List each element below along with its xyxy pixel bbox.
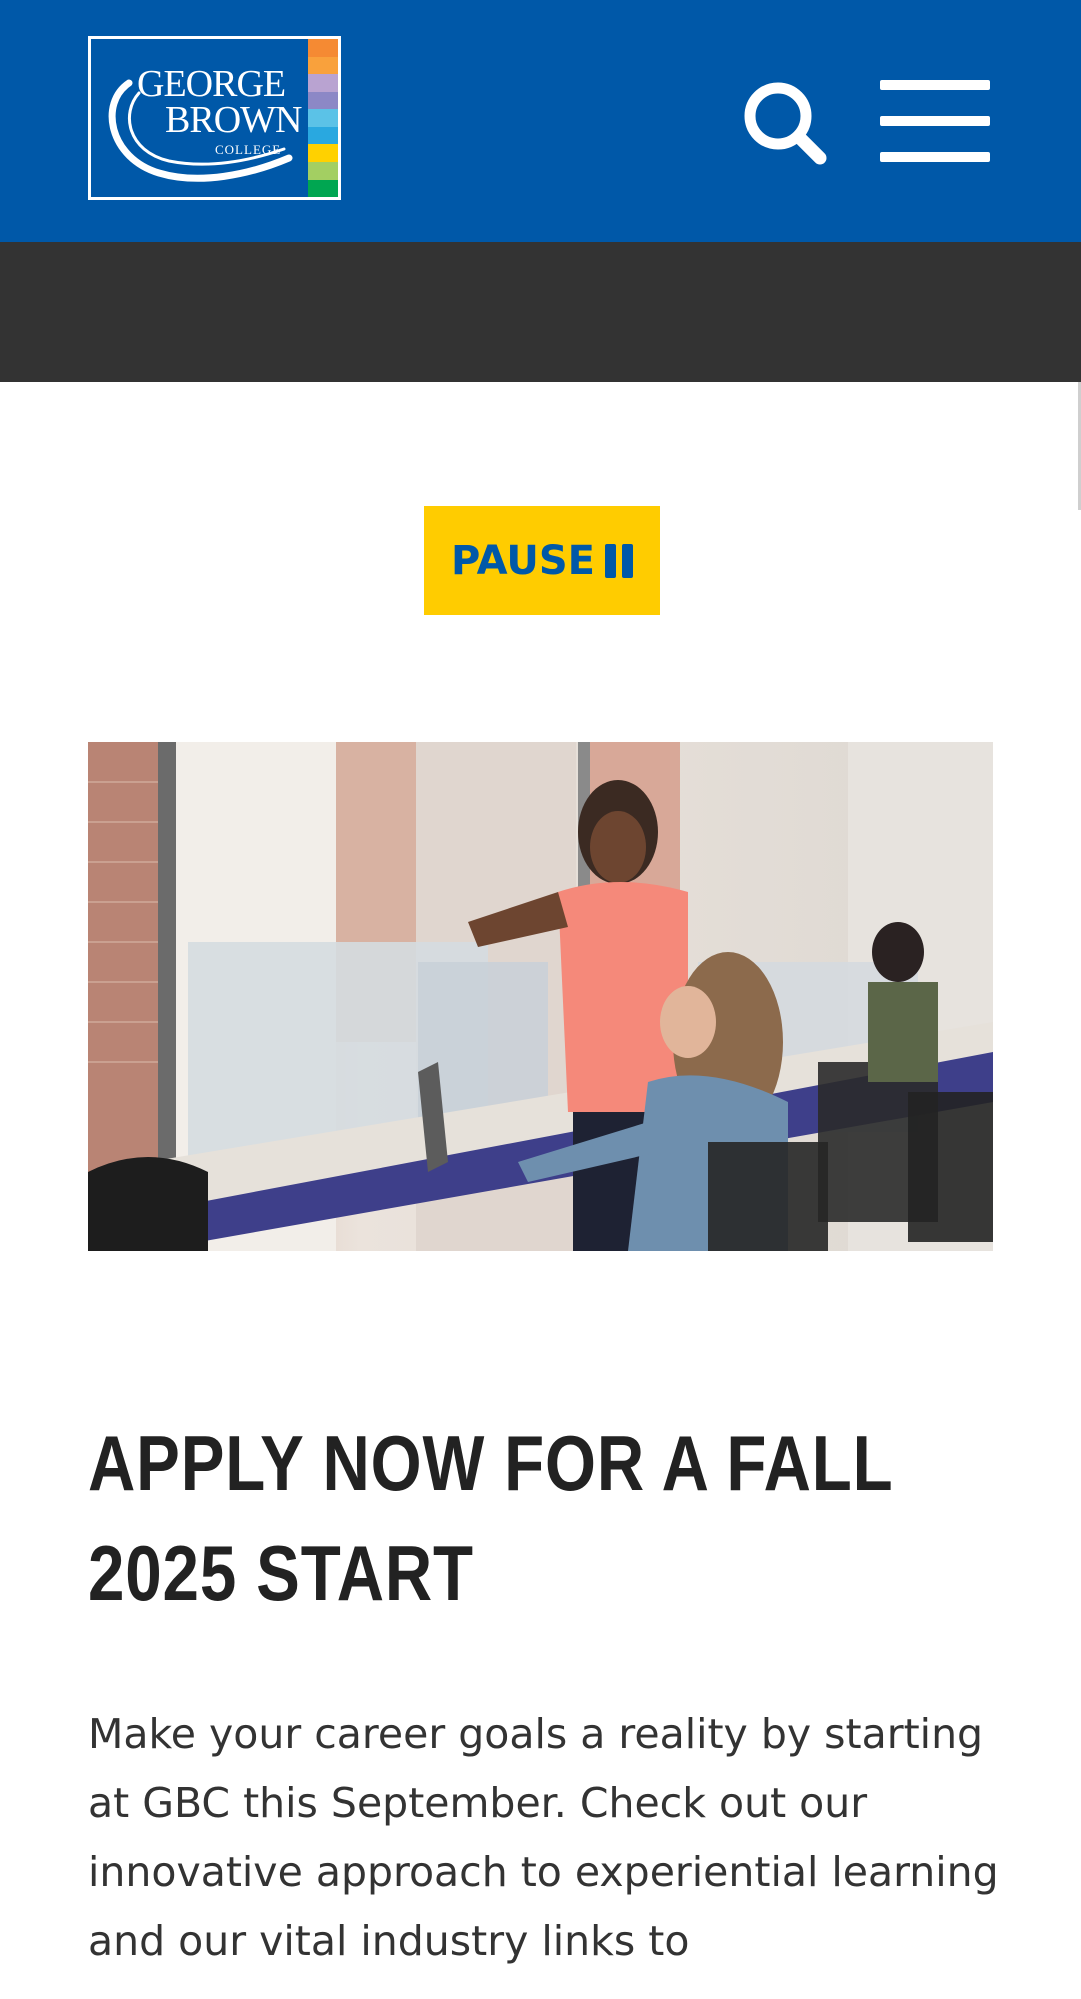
carousel-pause-button[interactable]: PAUSE (424, 506, 660, 615)
logo-stripe-2 (308, 56, 338, 75)
logo-stripe-3 (308, 74, 338, 92)
logo-stripe-5 (308, 109, 338, 127)
logo-stripe-1 (308, 39, 338, 57)
pause-label: PAUSE (451, 537, 595, 584)
search-icon (744, 82, 827, 165)
site-header: GEORGE BROWN COLLEGE (0, 0, 1081, 242)
logo-line-college: COLLEGE (215, 142, 282, 157)
george-brown-college-logo[interactable]: GEORGE BROWN COLLEGE (88, 36, 341, 200)
logo-stripe-4 (308, 91, 338, 110)
hero-photo-students-at-desks (88, 742, 993, 1251)
logo-stripe-6 (308, 126, 338, 145)
logo-color-stripes (308, 39, 338, 197)
logo-stripe-9 (308, 179, 338, 197)
logo-line-george: GEORGE (137, 63, 286, 105)
search-button[interactable] (740, 78, 830, 168)
menu-bar-top (880, 80, 990, 90)
menu-button[interactable] (876, 76, 994, 166)
hero-photo (88, 742, 993, 1251)
menu-bar-bottom (880, 152, 990, 162)
page-headline: APPLY NOW FOR A FALL 2025 START (88, 1419, 893, 1617)
announcement-band (0, 242, 1081, 382)
logo-stripe-7 (308, 144, 338, 162)
pause-icon (604, 543, 633, 578)
logo-line-brown: BROWN (165, 99, 302, 141)
logo-wordmark: GEORGE BROWN COLLEGE (91, 39, 303, 197)
menu-bar-middle (880, 116, 990, 126)
logo-stripe-8 (308, 161, 338, 180)
intro-paragraph: Make your career goals a reality by star… (88, 1710, 999, 1965)
